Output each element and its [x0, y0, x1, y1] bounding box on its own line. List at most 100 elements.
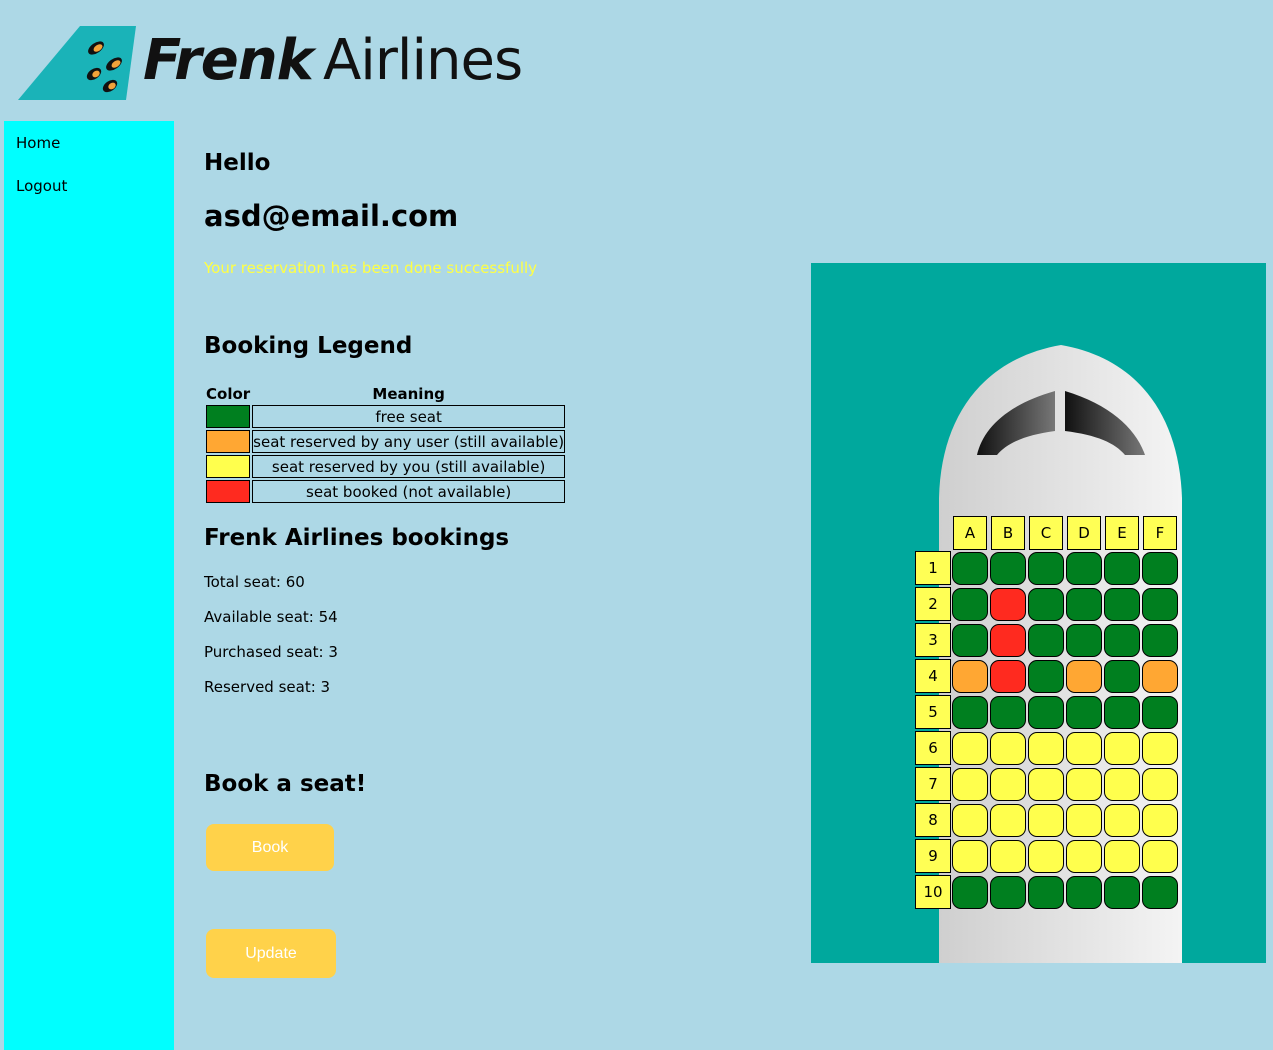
seat-3e[interactable] [1104, 624, 1140, 657]
seat-row-label: 10 [915, 875, 951, 909]
legend-row: free seat [206, 405, 566, 428]
seat-6e[interactable] [1104, 732, 1140, 765]
seat-4b[interactable] [990, 660, 1026, 693]
seat-8f[interactable] [1142, 804, 1178, 837]
seat-5b[interactable] [990, 696, 1026, 729]
bookings-title: Frenk Airlines bookings [204, 525, 510, 551]
book-title: Book a seat! [204, 771, 367, 797]
nav-logout-link[interactable]: Logout [16, 177, 67, 195]
legend-swatch-reserved-you [206, 455, 251, 478]
seat-column-label: A [953, 516, 987, 550]
seat-10d[interactable] [1066, 876, 1102, 909]
seat-2a[interactable] [952, 588, 988, 621]
legend-row: seat reserved by you (still available) [206, 455, 566, 478]
seat-4c[interactable] [1028, 660, 1064, 693]
seat-column-label: F [1143, 516, 1177, 550]
seat-5d[interactable] [1066, 696, 1102, 729]
seat-9d[interactable] [1066, 840, 1102, 873]
seat-4e[interactable] [1104, 660, 1140, 693]
seat-10c[interactable] [1028, 876, 1064, 909]
legend-meaning: free seat [252, 405, 566, 428]
logo: Frenk Airlines [18, 24, 548, 104]
seat-row-label: 4 [915, 659, 951, 693]
seat-5e[interactable] [1104, 696, 1140, 729]
seat-3c[interactable] [1028, 624, 1064, 657]
seat-3a[interactable] [952, 624, 988, 657]
tail-logo-icon [18, 26, 136, 100]
seat-7a[interactable] [952, 768, 988, 801]
seat-1e[interactable] [1104, 552, 1140, 585]
seatmap-panel: A B C D E F 1 2 3 4 5 6 7 8 9 10 [811, 263, 1266, 963]
stat-reserved-seat: Reserved seat: 3 [204, 678, 331, 696]
seat-9a[interactable] [952, 840, 988, 873]
seat-6d[interactable] [1066, 732, 1102, 765]
seat-10e[interactable] [1104, 876, 1140, 909]
seat-3b[interactable] [990, 624, 1026, 657]
seat-4d[interactable] [1066, 660, 1102, 693]
seat-1c[interactable] [1028, 552, 1064, 585]
legend-meaning: seat reserved by any user (still availab… [252, 430, 566, 453]
seat-row-label: 9 [915, 839, 951, 873]
seat-5c[interactable] [1028, 696, 1064, 729]
stat-purchased-seat: Purchased seat: 3 [204, 643, 338, 661]
seat-row-label: 1 [915, 551, 951, 585]
seat-9e[interactable] [1104, 840, 1140, 873]
seat-6b[interactable] [990, 732, 1026, 765]
legend-swatch-free [206, 405, 251, 428]
legend-title: Booking Legend [204, 333, 413, 359]
seat-1d[interactable] [1066, 552, 1102, 585]
seat-9f[interactable] [1142, 840, 1178, 873]
seat-2c[interactable] [1028, 588, 1064, 621]
update-button[interactable]: Update [206, 929, 336, 978]
seat-7b[interactable] [990, 768, 1026, 801]
seat-7f[interactable] [1142, 768, 1178, 801]
seat-10b[interactable] [990, 876, 1026, 909]
seat-6c[interactable] [1028, 732, 1064, 765]
seat-row-label: 7 [915, 767, 951, 801]
book-button[interactable]: Book [206, 824, 334, 871]
seat-2b[interactable] [990, 588, 1026, 621]
seat-7e[interactable] [1104, 768, 1140, 801]
seat-1b[interactable] [990, 552, 1026, 585]
seat-3d[interactable] [1066, 624, 1102, 657]
seat-1f[interactable] [1142, 552, 1178, 585]
seat-6f[interactable] [1142, 732, 1178, 765]
seat-2f[interactable] [1142, 588, 1178, 621]
seat-2d[interactable] [1066, 588, 1102, 621]
seat-4a[interactable] [952, 660, 988, 693]
success-message: Your reservation has been done successfu… [204, 259, 538, 277]
legend-swatch-reserved-any [206, 430, 251, 453]
seat-5a[interactable] [952, 696, 988, 729]
seat-8c[interactable] [1028, 804, 1064, 837]
seat-7d[interactable] [1066, 768, 1102, 801]
seat-5f[interactable] [1142, 696, 1178, 729]
seat-row-label: 8 [915, 803, 951, 837]
seat-10a[interactable] [952, 876, 988, 909]
logo-text-airlines: Airlines [323, 28, 523, 93]
nav-home-link[interactable]: Home [16, 134, 60, 152]
seat-column-label: D [1067, 516, 1101, 550]
seat-1a[interactable] [952, 552, 988, 585]
seat-2e[interactable] [1104, 588, 1140, 621]
seat-4f[interactable] [1142, 660, 1178, 693]
sidebar: Home Logout [4, 121, 174, 1050]
seat-6a[interactable] [952, 732, 988, 765]
legend-meaning: seat reserved by you (still available) [252, 455, 566, 478]
user-email: asd@email.com [204, 199, 459, 233]
seat-8b[interactable] [990, 804, 1026, 837]
seat-7c[interactable] [1028, 768, 1064, 801]
legend-table: Color Meaning free seat seat reserved by… [204, 383, 567, 505]
seat-9b[interactable] [990, 840, 1026, 873]
seat-8d[interactable] [1066, 804, 1102, 837]
seat-column-label: E [1105, 516, 1139, 550]
seat-column-label: B [991, 516, 1025, 550]
seat-10f[interactable] [1142, 876, 1178, 909]
logo-text-frenk: Frenk [143, 28, 314, 93]
seat-3f[interactable] [1142, 624, 1178, 657]
page: Frenk Airlines Home Logout Hello asd@ema… [0, 0, 1273, 1050]
stat-available-seat: Available seat: 54 [204, 608, 338, 626]
seat-8a[interactable] [952, 804, 988, 837]
legend-meaning: seat booked (not available) [252, 480, 566, 503]
seat-9c[interactable] [1028, 840, 1064, 873]
seat-8e[interactable] [1104, 804, 1140, 837]
